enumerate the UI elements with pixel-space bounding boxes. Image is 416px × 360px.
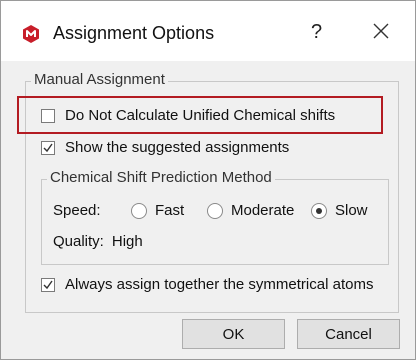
always-assign-checkbox[interactable] bbox=[41, 277, 55, 292]
cancel-button[interactable]: Cancel bbox=[297, 319, 400, 349]
slow-label: Slow bbox=[335, 202, 368, 219]
close-icon[interactable] bbox=[371, 21, 391, 41]
show-suggested-checkbox[interactable] bbox=[41, 140, 55, 155]
speed-option-moderate[interactable]: Moderate bbox=[207, 202, 294, 219]
show-suggested-row[interactable]: Show the suggested assignments bbox=[41, 139, 289, 156]
quality-label: Quality: bbox=[53, 233, 104, 250]
fast-label: Fast bbox=[155, 202, 185, 219]
always-assign-label: Always assign together the symmetrical a… bbox=[65, 276, 374, 293]
assignment-options-dialog: Assignment Options ? Manual Assignment D… bbox=[0, 0, 416, 360]
do-not-calculate-checkbox[interactable] bbox=[41, 108, 55, 123]
dialog-title: Assignment Options bbox=[53, 23, 215, 43]
do-not-calculate-row[interactable]: Do Not Calculate Unified Chemical shifts bbox=[41, 107, 335, 124]
title-bar: Assignment Options ? bbox=[1, 1, 415, 61]
always-assign-row[interactable]: Always assign together the symmetrical a… bbox=[41, 276, 373, 293]
speed-option-slow[interactable]: Slow bbox=[311, 202, 368, 219]
help-button[interactable]: ? bbox=[311, 21, 322, 44]
speed-label: Speed: bbox=[53, 202, 101, 219]
moderate-label: Moderate bbox=[231, 202, 295, 219]
ok-button[interactable]: OK bbox=[182, 319, 285, 349]
app-logo-icon bbox=[23, 25, 39, 43]
slow-radio[interactable] bbox=[311, 202, 327, 219]
prediction-method-group bbox=[41, 179, 389, 265]
fast-radio[interactable] bbox=[131, 202, 147, 219]
speed-option-fast[interactable]: Fast bbox=[131, 202, 184, 219]
show-suggested-label: Show the suggested assignments bbox=[65, 139, 290, 156]
speed-row: Speed: bbox=[53, 202, 133, 219]
quality-value: High bbox=[111, 233, 143, 250]
do-not-calculate-label: Do Not Calculate Unified Chemical shifts bbox=[65, 107, 336, 124]
dialog-body: Manual Assignment Do Not Calculate Unifi… bbox=[1, 61, 415, 359]
checkmark-icon bbox=[43, 280, 53, 289]
prediction-method-legend: Chemical Shift Prediction Method bbox=[47, 169, 275, 186]
moderate-radio[interactable] bbox=[207, 202, 223, 219]
quality-row: Quality: High bbox=[53, 233, 143, 250]
checkmark-icon bbox=[43, 143, 53, 152]
manual-assignment-legend: Manual Assignment bbox=[31, 71, 168, 88]
